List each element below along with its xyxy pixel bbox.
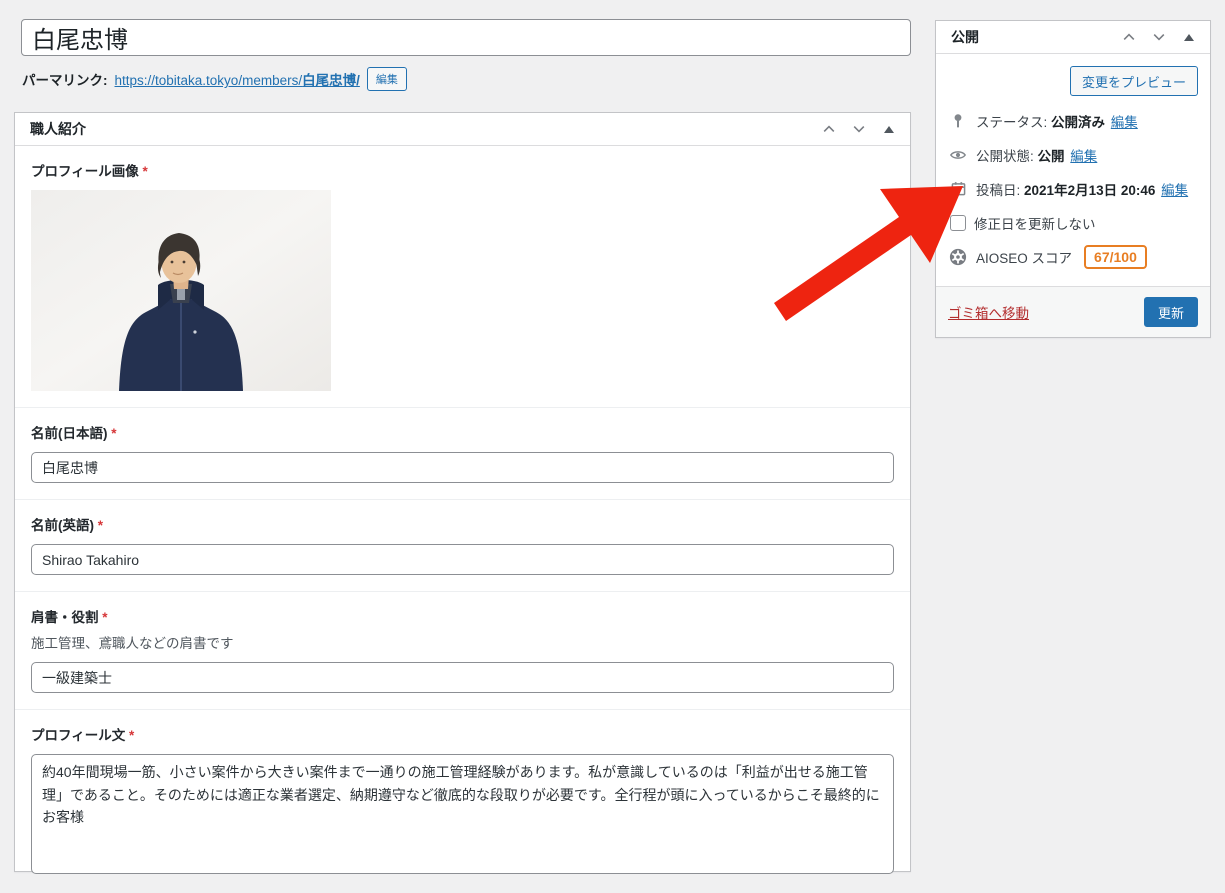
field-name-ja: 名前(日本語) * xyxy=(15,407,910,499)
role-input[interactable] xyxy=(31,662,894,693)
required-asterisk: * xyxy=(111,426,116,441)
chevron-up-icon xyxy=(1121,29,1137,45)
publish-box-title: 公開 xyxy=(951,27,979,47)
chevron-down-icon xyxy=(851,121,867,137)
post-date-value: 2021年2月13日 20:46 xyxy=(1024,183,1155,198)
field-label-text: 肩書・役割 xyxy=(31,610,99,625)
dont-update-modified-checkbox[interactable] xyxy=(950,215,966,231)
triangle-up-icon xyxy=(884,126,894,133)
field-label-profile-text: プロフィール文 * xyxy=(31,724,894,744)
move-down-button[interactable] xyxy=(1146,24,1172,50)
status-value: 公開済み xyxy=(1051,115,1105,130)
metabox-header: 職人紹介 xyxy=(15,113,910,146)
profile-photo-image xyxy=(31,190,331,391)
post-title-input[interactable] xyxy=(21,19,911,56)
eye-icon xyxy=(948,146,968,164)
field-name-en: 名前(英語) * xyxy=(15,499,910,591)
permalink-url-base: https://tobitaka.tokyo/members/ xyxy=(115,73,303,88)
field-profile-text: プロフィール文 * 約40年間現場一筋、小さい案件から大きい案件まで一通りの施工… xyxy=(15,709,910,893)
field-label-profile-image: プロフィール画像 * xyxy=(31,160,894,180)
profile-text-textarea[interactable]: 約40年間現場一筋、小さい案件から大きい案件まで一通りの施工管理経験があります。… xyxy=(31,754,894,874)
status-edit-link[interactable]: 編集 xyxy=(1111,115,1138,130)
post-date-label: 投稿日: xyxy=(976,183,1020,198)
field-profile-image: プロフィール画像 * xyxy=(15,146,910,407)
required-asterisk: * xyxy=(129,728,134,743)
move-to-trash-link[interactable]: ゴミ箱へ移動 xyxy=(948,302,1029,322)
aioseo-gear-icon xyxy=(948,248,968,266)
status-label: ステータス: xyxy=(976,115,1047,130)
chevron-up-icon xyxy=(821,121,837,137)
collapse-toggle-button[interactable] xyxy=(876,116,902,142)
publish-box-content: 変更をプレビュー ステータス: 公開済み 編集 公開状態: 公開 編集 xyxy=(936,54,1210,286)
name-ja-input[interactable] xyxy=(31,452,894,483)
permalink-link[interactable]: https://tobitaka.tokyo/members/白尾忠博/ xyxy=(115,69,360,89)
publish-box-footer: ゴミ箱へ移動 更新 xyxy=(936,286,1210,337)
field-label-text: プロフィール文 xyxy=(31,728,125,743)
metabox-craftsman-intro: 職人紹介 プロフィール画像 * xyxy=(14,112,911,872)
pin-icon xyxy=(948,113,968,129)
update-button[interactable]: 更新 xyxy=(1144,297,1198,327)
calendar-icon xyxy=(948,181,968,196)
publish-box: 公開 変更をプレビュー ステータス: xyxy=(935,20,1211,338)
visibility-row: 公開状態: 公開 編集 xyxy=(948,142,1198,167)
visibility-label: 公開状態: xyxy=(976,149,1034,164)
edit-post-screen: パーマリンク: https://tobitaka.tokyo/members/白… xyxy=(0,0,1225,784)
dont-update-modified-label: 修正日を更新しない xyxy=(974,213,1096,233)
preview-row: 変更をプレビュー xyxy=(948,66,1198,96)
field-label-name-ja: 名前(日本語) * xyxy=(31,422,894,442)
aioseo-label: AIOSEO スコア xyxy=(976,247,1072,267)
permalink: パーマリンク: https://tobitaka.tokyo/members/白… xyxy=(22,66,407,92)
metabox-handle-actions xyxy=(816,116,902,142)
field-role: 肩書・役割 * 施工管理、鳶職人などの肩書です xyxy=(15,591,910,709)
permalink-edit-button[interactable]: 編集 xyxy=(367,67,407,91)
chevron-down-icon xyxy=(1151,29,1167,45)
post-date-text: 投稿日: 2021年2月13日 20:46 編集 xyxy=(976,179,1188,199)
permalink-label: パーマリンク: xyxy=(22,69,108,89)
visibility-value: 公開 xyxy=(1038,149,1065,164)
status-text: ステータス: 公開済み 編集 xyxy=(976,111,1138,131)
visibility-edit-link[interactable]: 編集 xyxy=(1070,149,1097,164)
preview-changes-button[interactable]: 変更をプレビュー xyxy=(1070,66,1198,96)
name-en-input[interactable] xyxy=(31,544,894,575)
field-description-role: 施工管理、鳶職人などの肩書です xyxy=(31,632,894,652)
triangle-up-icon xyxy=(1184,34,1194,41)
post-date-row: 投稿日: 2021年2月13日 20:46 編集 xyxy=(948,176,1198,201)
permalink-slug: 白尾忠博/ xyxy=(302,73,360,88)
visibility-text: 公開状態: 公開 編集 xyxy=(976,145,1097,165)
status-row: ステータス: 公開済み 編集 xyxy=(948,108,1198,133)
required-asterisk: * xyxy=(102,610,107,625)
aioseo-row: AIOSEO スコア 67/100 xyxy=(948,244,1198,269)
publish-box-header: 公開 xyxy=(936,21,1210,54)
collapse-toggle-button[interactable] xyxy=(1176,24,1202,50)
post-date-edit-link[interactable]: 編集 xyxy=(1161,183,1188,198)
field-label-text: プロフィール画像 xyxy=(31,164,139,179)
required-asterisk: * xyxy=(98,518,103,533)
move-up-button[interactable] xyxy=(1116,24,1142,50)
field-label-name-en: 名前(英語) * xyxy=(31,514,894,534)
aioseo-score-badge[interactable]: 67/100 xyxy=(1084,245,1147,269)
profile-photo[interactable] xyxy=(31,190,331,391)
field-label-text: 名前(英語) xyxy=(31,518,94,533)
field-label-text: 名前(日本語) xyxy=(31,426,108,441)
field-label-role: 肩書・役割 * xyxy=(31,606,894,626)
move-up-button[interactable] xyxy=(816,116,842,142)
move-down-button[interactable] xyxy=(846,116,872,142)
publish-box-handle-actions xyxy=(1116,24,1202,50)
metabox-content: プロフィール画像 * xyxy=(15,146,910,893)
metabox-title: 職人紹介 xyxy=(30,119,86,139)
modified-date-row: 修正日を更新しない xyxy=(948,210,1198,235)
required-asterisk: * xyxy=(143,164,148,179)
